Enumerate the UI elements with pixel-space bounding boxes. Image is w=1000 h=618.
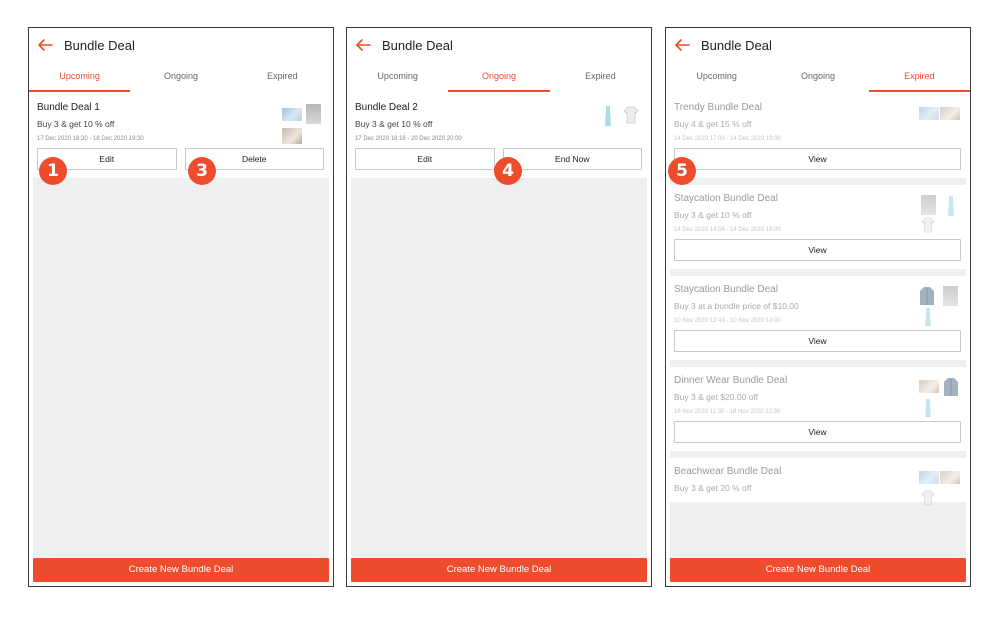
create-bundle-deal-button[interactable]: Create New Bundle Deal (351, 558, 647, 582)
screen-expired: Bundle Deal Upcoming Ongoing Expired Tre… (665, 27, 971, 587)
dress-icon (948, 196, 954, 216)
view-button[interactable]: View (674, 421, 961, 443)
product-thumbnail (306, 104, 321, 124)
product-thumbnails (917, 283, 961, 327)
page-title: Bundle Deal (382, 38, 453, 53)
step-badge-1: 1 (39, 157, 67, 185)
view-button[interactable]: View (674, 330, 961, 352)
product-thumbnails (917, 192, 961, 236)
product-thumbnail (919, 107, 939, 120)
screen-ongoing: Bundle Deal Upcoming Ongoing Expired Bun… (346, 27, 652, 587)
tab-expired[interactable]: Expired (550, 66, 651, 92)
deal-card: Beachwear Bundle Deal Buy 3 & get 20 % o… (670, 458, 966, 506)
jacket-icon (944, 378, 958, 396)
deal-card: Dinner Wear Bundle Deal Buy 3 & get $20.… (670, 367, 966, 451)
jacket-icon (920, 287, 934, 305)
deal-list: Trendy Bundle Deal Buy 4 & get 15 % off … (670, 94, 966, 558)
dress-icon (605, 106, 611, 126)
tab-expired[interactable]: Expired (868, 66, 970, 92)
step-badge-5: 5 (668, 157, 696, 185)
tab-upcoming[interactable]: Upcoming (29, 66, 131, 92)
tab-bar: Upcoming Ongoing Expired (29, 66, 333, 92)
product-thumbnail (282, 108, 302, 121)
tab-upcoming[interactable]: Upcoming (347, 66, 448, 92)
product-thumbnails (917, 465, 961, 509)
product-thumbnail (919, 471, 939, 484)
product-thumbnail (943, 286, 958, 306)
product-thumbnails (280, 101, 324, 145)
top-bar: Bundle Deal Upcoming Ongoing Expired (29, 28, 333, 94)
tab-ongoing[interactable]: Ongoing (767, 66, 868, 92)
step-badge-3: 3 (188, 157, 216, 185)
top-bar: Bundle Deal Upcoming Ongoing Expired (347, 28, 651, 94)
create-bundle-deal-button[interactable]: Create New Bundle Deal (33, 558, 329, 582)
dress-icon (925, 399, 931, 417)
product-thumbnail (282, 128, 302, 144)
screen-upcoming: Bundle Deal Upcoming Ongoing Expired Bun… (28, 27, 334, 587)
top-bar: Bundle Deal Upcoming Ongoing Expired (666, 28, 970, 94)
deal-card: Trendy Bundle Deal Buy 4 & get 15 % off … (670, 94, 966, 178)
deal-card: Bundle Deal 1 Buy 3 & get 10 % off 17 De… (33, 94, 329, 178)
product-thumbnail (940, 471, 960, 484)
create-bundle-deal-button[interactable]: Create New Bundle Deal (670, 558, 966, 582)
tab-expired[interactable]: Expired (232, 66, 333, 92)
back-arrow-icon[interactable] (37, 37, 53, 53)
product-thumbnail (940, 107, 960, 120)
deal-list: Bundle Deal 1 Buy 3 & get 10 % off 17 De… (33, 94, 329, 558)
edit-button[interactable]: Edit (355, 148, 495, 170)
product-thumbnails (917, 374, 961, 418)
dress-icon (925, 308, 931, 326)
tab-ongoing[interactable]: Ongoing (448, 66, 550, 92)
back-arrow-icon[interactable] (674, 37, 690, 53)
product-thumbnails (598, 101, 642, 145)
tshirt-icon (921, 217, 935, 233)
tab-upcoming[interactable]: Upcoming (666, 66, 767, 92)
product-thumbnail (919, 380, 939, 393)
view-button[interactable]: View (674, 239, 961, 261)
product-thumbnails (917, 101, 961, 145)
view-button[interactable]: View (674, 148, 961, 170)
end-now-button[interactable]: End Now (502, 148, 642, 170)
back-arrow-icon[interactable] (355, 37, 371, 53)
tab-bar: Upcoming Ongoing Expired (666, 66, 970, 92)
tab-bar: Upcoming Ongoing Expired (347, 66, 651, 92)
tab-ongoing[interactable]: Ongoing (130, 66, 231, 92)
step-badge-4: 4 (494, 157, 522, 185)
deal-card: Staycation Bundle Deal Buy 3 & get 10 % … (670, 185, 966, 269)
page-title: Bundle Deal (64, 38, 135, 53)
product-thumbnail (921, 195, 936, 215)
tshirt-icon (623, 106, 639, 124)
deal-card: Staycation Bundle Deal Buy 3 at a bundle… (670, 276, 966, 360)
tshirt-icon (921, 490, 935, 506)
page-title: Bundle Deal (701, 38, 772, 53)
